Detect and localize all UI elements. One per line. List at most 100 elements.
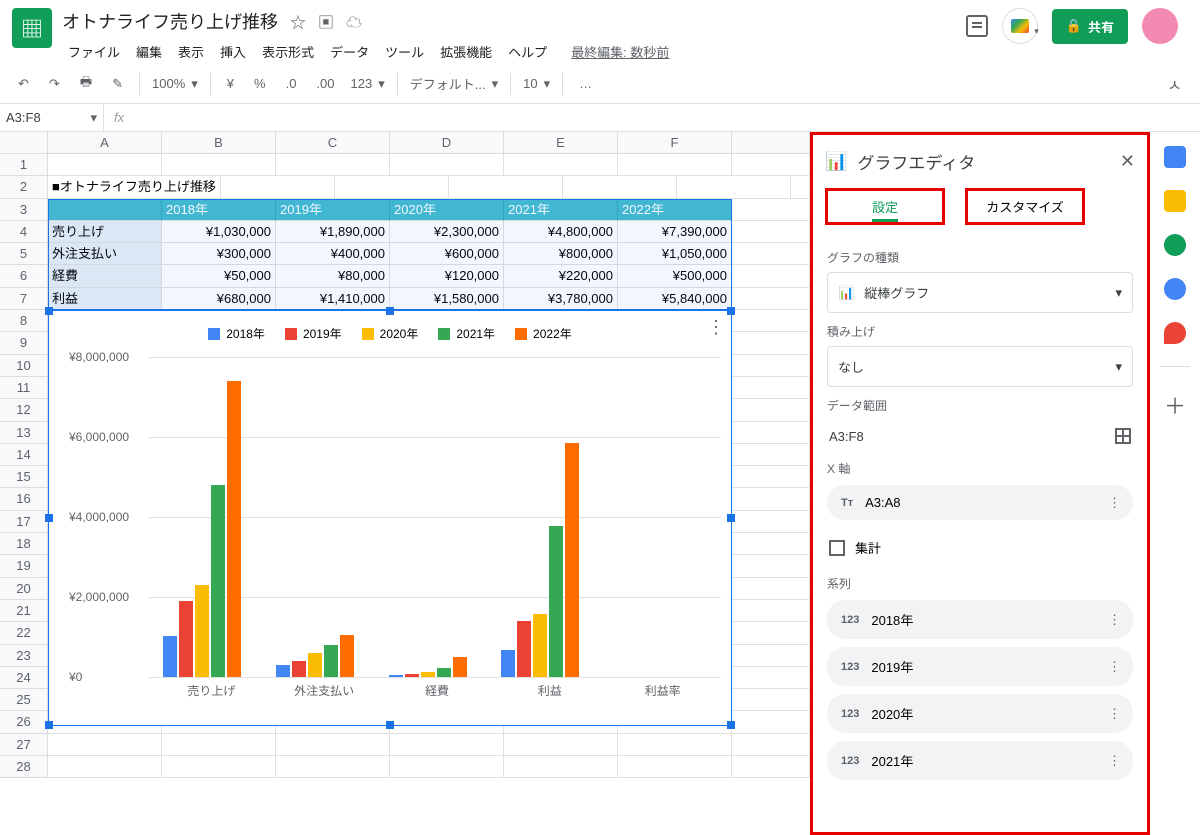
cell[interactable] <box>390 154 504 176</box>
series-pill[interactable]: 1232020年⋮ <box>827 694 1133 733</box>
close-icon[interactable]: ✕ <box>1120 151 1135 172</box>
cell[interactable] <box>48 756 162 778</box>
cell[interactable]: ¥5,840,000 <box>618 288 732 310</box>
cell[interactable]: ¥400,000 <box>276 243 390 265</box>
cell[interactable]: ¥2,300,000 <box>390 221 504 243</box>
tab-customize[interactable]: カスタマイズ <box>965 188 1085 225</box>
cell[interactable]: 2019年 <box>276 199 390 221</box>
cell[interactable]: ¥7,390,000 <box>618 221 732 243</box>
cell[interactable]: 2020年 <box>390 199 504 221</box>
cell[interactable]: ¥1,050,000 <box>618 243 732 265</box>
currency-button[interactable]: ¥ <box>223 74 238 93</box>
more-icon[interactable]: ⋮ <box>1108 612 1121 628</box>
dec-decrease-button[interactable]: .0 <box>282 74 301 93</box>
chart-menu-icon[interactable]: ⋮ <box>707 317 723 338</box>
series-pill[interactable]: 1232021年⋮ <box>827 741 1133 780</box>
cell[interactable] <box>563 176 677 198</box>
row-header[interactable]: 1 <box>0 154 48 176</box>
row-header[interactable]: 19 <box>0 555 48 577</box>
embedded-chart[interactable]: ⋮ 2018年2019年2020年2021年2022年 ¥0¥2,000,000… <box>48 310 732 726</box>
cell[interactable]: 2021年 <box>504 199 618 221</box>
cell[interactable] <box>162 734 276 756</box>
row-header[interactable]: 21 <box>0 600 48 622</box>
cell[interactable]: 2018年 <box>162 199 276 221</box>
menu-extensions[interactable]: 拡張機能 <box>434 38 498 65</box>
name-box[interactable]: A3:F8▾ <box>0 104 104 131</box>
row-header[interactable]: 22 <box>0 622 48 644</box>
col-header[interactable]: C <box>276 132 390 154</box>
cell[interactable]: ¥120,000 <box>390 265 504 287</box>
cell[interactable]: 経費 <box>48 265 162 287</box>
row-header[interactable]: 14 <box>0 444 48 466</box>
tasks-icon[interactable] <box>1164 234 1186 256</box>
row-header[interactable]: 11 <box>0 377 48 399</box>
cell[interactable] <box>162 756 276 778</box>
row-header[interactable]: 15 <box>0 466 48 488</box>
more-icon[interactable]: ⋮ <box>1108 706 1121 722</box>
row-header[interactable]: 24 <box>0 667 48 689</box>
collapse-toolbar-icon[interactable]: ㅅ <box>1163 70 1186 98</box>
dec-increase-button[interactable]: .00 <box>312 74 338 93</box>
row-header[interactable]: 4 <box>0 221 48 243</box>
cell[interactable]: ¥1,580,000 <box>390 288 504 310</box>
xaxis-pill[interactable]: Tᴛ A3:A8 ⋮ <box>827 485 1133 520</box>
data-range-value[interactable]: A3:F8 <box>829 429 864 444</box>
menu-tools[interactable]: ツール <box>379 38 430 65</box>
row-header[interactable]: 18 <box>0 533 48 555</box>
cell[interactable]: ¥600,000 <box>390 243 504 265</box>
contacts-icon[interactable] <box>1164 278 1186 300</box>
series-pill[interactable]: 1232019年⋮ <box>827 647 1133 686</box>
cell[interactable]: 利益 <box>48 288 162 310</box>
cell[interactable] <box>618 756 732 778</box>
menu-insert[interactable]: 挿入 <box>214 38 252 65</box>
row-header[interactable]: 17 <box>0 511 48 533</box>
cell[interactable]: ■オトナライフ売り上げ推移 <box>48 176 221 198</box>
keep-icon[interactable] <box>1164 190 1186 212</box>
star-icon[interactable]: ☆ <box>290 9 306 33</box>
cell[interactable]: ¥1,410,000 <box>276 288 390 310</box>
stack-select[interactable]: なし▾ <box>827 346 1133 387</box>
share-button[interactable]: 🔒共有 <box>1052 9 1128 44</box>
cell[interactable]: ¥50,000 <box>162 265 276 287</box>
cell[interactable] <box>504 756 618 778</box>
col-header[interactable]: F <box>618 132 732 154</box>
cloud-icon[interactable]: ☁ <box>346 9 362 33</box>
col-header[interactable]: E <box>504 132 618 154</box>
row-header[interactable]: 6 <box>0 265 48 287</box>
cell[interactable]: 2022年 <box>618 199 732 221</box>
menu-data[interactable]: データ <box>324 38 375 65</box>
col-header[interactable]: D <box>390 132 504 154</box>
cell[interactable] <box>618 734 732 756</box>
row-header[interactable]: 28 <box>0 756 48 778</box>
chart-type-select[interactable]: 📊縦棒グラフ▾ <box>827 272 1133 313</box>
cell[interactable] <box>504 154 618 176</box>
cell[interactable]: ¥800,000 <box>504 243 618 265</box>
row-header[interactable]: 8 <box>0 310 48 332</box>
cell[interactable] <box>504 734 618 756</box>
select-range-icon[interactable] <box>1115 428 1131 444</box>
cell[interactable] <box>390 734 504 756</box>
cell[interactable] <box>449 176 563 198</box>
row-header[interactable]: 10 <box>0 355 48 377</box>
redo-icon[interactable]: ↷ <box>45 74 64 94</box>
doc-title[interactable]: オトナライフ売り上げ推移 <box>62 8 278 34</box>
percent-button[interactable]: % <box>250 74 270 93</box>
avatar[interactable] <box>1142 8 1178 44</box>
spreadsheet-grid[interactable]: ABCDEF 123456789101112131415161718192021… <box>0 132 810 835</box>
cell[interactable]: 売り上げ <box>48 221 162 243</box>
more-icon[interactable]: ⋮ <box>1108 495 1121 511</box>
number-format-select[interactable]: 123▾ <box>351 76 385 92</box>
zoom-select[interactable]: 100%▾ <box>152 76 198 92</box>
row-header[interactable]: 20 <box>0 578 48 600</box>
maps-icon[interactable] <box>1164 322 1186 344</box>
row-header[interactable]: 13 <box>0 422 48 444</box>
cell[interactable] <box>390 756 504 778</box>
series-pill[interactable]: 1232018年⋮ <box>827 600 1133 639</box>
last-edit[interactable]: 最終編集: 数秒前 <box>565 38 675 65</box>
cell[interactable]: ¥300,000 <box>162 243 276 265</box>
row-header[interactable]: 27 <box>0 734 48 756</box>
col-header[interactable]: A <box>48 132 162 154</box>
row-header[interactable]: 7 <box>0 288 48 310</box>
paint-icon[interactable]: ✎ <box>108 74 127 94</box>
cell[interactable] <box>162 154 276 176</box>
